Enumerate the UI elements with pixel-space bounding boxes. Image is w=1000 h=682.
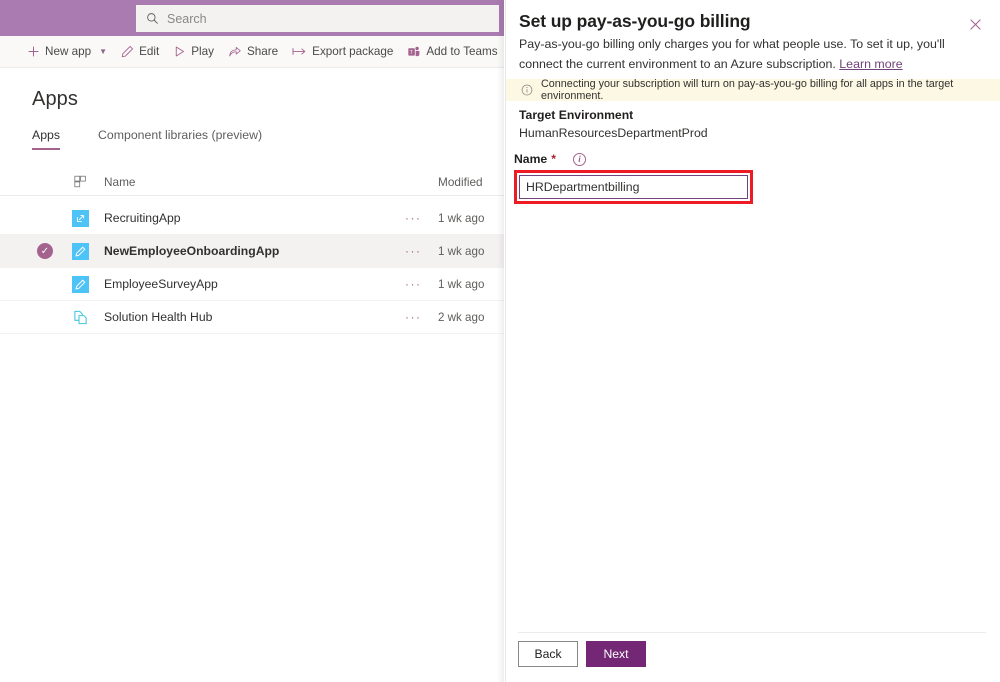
export-package-button[interactable]: Export package — [292, 36, 402, 68]
pencil-icon — [121, 45, 134, 58]
app-name[interactable]: NewEmployeeOnboardingApp — [104, 244, 279, 258]
app-modified: 2 wk ago — [438, 311, 484, 324]
power-apps-maker-portal: Search New app ▼ Edit Play — [0, 0, 504, 682]
chevron-down-icon: ▼ — [99, 47, 107, 56]
app-modified: 1 wk ago — [438, 245, 484, 258]
info-message-bar: Connecting your subscription will turn o… — [506, 79, 1000, 101]
info-circle-icon[interactable]: i — [573, 153, 586, 166]
row-overflow-menu[interactable]: ··· — [405, 244, 422, 258]
row-overflow-menu[interactable]: ··· — [405, 310, 422, 324]
new-app-button[interactable]: New app ▼ — [27, 36, 116, 68]
edit-label: Edit — [139, 45, 159, 58]
row-overflow-menu[interactable]: ··· — [405, 211, 422, 225]
plus-icon — [27, 45, 40, 58]
table-row[interactable]: RecruitingApp ··· 1 wk ago — [0, 202, 504, 235]
share-icon — [228, 45, 242, 58]
row-overflow-menu[interactable]: ··· — [405, 277, 422, 291]
row-selected-check-icon[interactable]: ✓ — [37, 243, 53, 259]
tab-component-libraries[interactable]: Component libraries (preview) — [98, 128, 262, 150]
name-field-label: Name * i — [514, 152, 586, 166]
name-input[interactable] — [519, 175, 748, 199]
page-title: Apps — [32, 88, 78, 111]
required-asterisk: * — [551, 152, 556, 166]
play-triangle-icon — [173, 45, 186, 58]
list-column-header: Name Modified — [0, 168, 504, 196]
app-modified: 1 wk ago — [438, 278, 484, 291]
panel-edge-shadow — [497, 0, 504, 682]
share-button[interactable]: Share — [228, 36, 287, 68]
columns-grid-icon[interactable] — [74, 175, 87, 188]
learn-more-link[interactable]: Learn more — [839, 57, 902, 71]
export-arrow-icon — [292, 45, 307, 58]
search-placeholder: Search — [167, 12, 207, 26]
back-button[interactable]: Back — [518, 641, 578, 667]
pay-as-you-go-setup-panel: Set up pay-as-you-go billing Pay-as-you-… — [505, 0, 1000, 682]
app-name[interactable]: RecruitingApp — [104, 211, 181, 225]
next-button[interactable]: Next — [586, 641, 646, 667]
tab-list: Apps Component libraries (preview) — [32, 128, 262, 150]
column-header-modified[interactable]: Modified — [438, 175, 483, 189]
table-row[interactable]: EmployeeSurveyApp ··· 1 wk ago — [0, 268, 504, 301]
info-message-text: Connecting your subscription will turn o… — [541, 78, 1000, 102]
canvas-app-icon — [72, 243, 89, 260]
command-bar: New app ▼ Edit Play Share — [0, 36, 504, 68]
column-header-name[interactable]: Name — [104, 175, 135, 189]
screenshot-root: Search New app ▼ Edit Play — [0, 0, 1000, 682]
footer-divider — [518, 632, 986, 633]
app-modified: 1 wk ago — [438, 212, 484, 225]
app-name[interactable]: Solution Health Hub — [104, 310, 212, 324]
play-label: Play — [191, 45, 214, 58]
share-label: Share — [247, 45, 278, 58]
table-row[interactable]: Solution Health Hub ··· 2 wk ago — [0, 301, 504, 334]
target-environment-label: Target Environment — [519, 108, 633, 122]
info-circle-icon — [521, 84, 533, 96]
table-row[interactable]: ✓ NewEmployeeOnboardingApp ··· 1 wk ago — [0, 235, 504, 268]
app-name[interactable]: EmployeeSurveyApp — [104, 277, 218, 291]
name-label-text: Name — [514, 152, 547, 166]
search-input[interactable]: Search — [136, 5, 499, 32]
solution-doc-icon — [72, 309, 89, 326]
add-to-teams-button[interactable]: T Add to Teams — [407, 36, 504, 68]
play-button[interactable]: Play — [173, 36, 223, 68]
panel-title: Set up pay-as-you-go billing — [519, 11, 751, 32]
canvas-app-icon — [72, 276, 89, 293]
export-package-label: Export package — [312, 45, 393, 58]
add-to-teams-label: Add to Teams — [426, 45, 497, 58]
canvas-app-icon — [72, 210, 89, 227]
close-icon[interactable] — [964, 13, 986, 35]
search-icon — [146, 12, 159, 25]
tab-apps[interactable]: Apps — [32, 128, 60, 150]
target-environment-value: HumanResourcesDepartmentProd — [519, 126, 708, 140]
edit-button[interactable]: Edit — [121, 36, 168, 68]
panel-description: Pay-as-you-go billing only charges you f… — [519, 34, 987, 74]
teams-icon: T — [407, 45, 421, 58]
app-top-bar: Search — [0, 0, 504, 36]
new-app-label: New app — [45, 45, 91, 58]
